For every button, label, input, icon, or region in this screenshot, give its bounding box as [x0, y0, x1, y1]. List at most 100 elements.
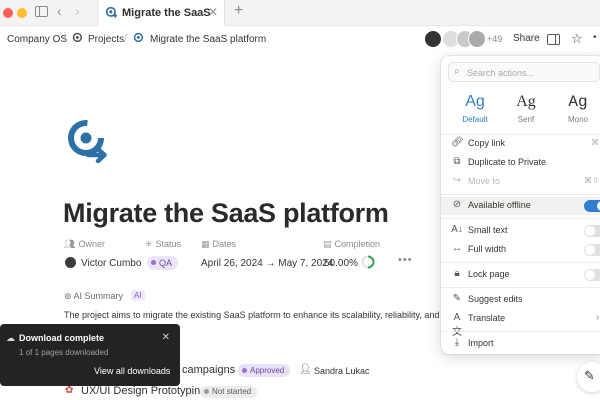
- project-icon: [105, 6, 118, 18]
- small-text-toggle[interactable]: [584, 225, 600, 237]
- dates-label: ▦ Dates: [201, 239, 237, 249]
- full-width-toggle[interactable]: [584, 244, 600, 256]
- menu-item-copy-link[interactable]: 🔗︎ Copy link ⌘: [441, 135, 600, 153]
- collaborator-count[interactable]: +49: [487, 34, 502, 44]
- tab-title: Migrate the SaaS platform: [122, 7, 212, 19]
- import-icon: ⤓: [454, 337, 460, 348]
- breadcrumb-item-company-os[interactable]: Company OS: [7, 34, 67, 45]
- menu-item-full-width[interactable]: ↔ Full width: [441, 241, 600, 259]
- font-option-serif[interactable]: Ag Serif: [504, 92, 548, 126]
- move-arrow-icon: ↪: [452, 175, 462, 186]
- ai-summary-label: ⊚ AI Summary: [64, 291, 124, 301]
- menu-divider: [441, 262, 600, 263]
- font-sample: Ag: [465, 93, 485, 110]
- menu-item-available-offline[interactable]: ⊘ Available offline: [441, 197, 600, 215]
- full-width-icon: ↔: [452, 243, 462, 254]
- owner-label: 👥︎ Owner: [64, 239, 105, 249]
- dates-value[interactable]: April 26, 2024 → May 7, 2024: [201, 258, 333, 269]
- help-icon: ✎: [584, 368, 595, 383]
- list-item-name[interactable]: campaigns: [182, 364, 235, 376]
- design-icon: ✿: [65, 385, 74, 396]
- check-circle-icon: ⊘: [452, 199, 462, 210]
- ai-badge: AI: [131, 290, 145, 301]
- font-sample: Ag: [516, 93, 536, 110]
- list-item-name[interactable]: UX/UI Design Prototyping: [81, 385, 206, 397]
- view-all-downloads-button[interactable]: View all downloads: [94, 366, 170, 376]
- toast-close-icon[interactable]: ✕: [162, 332, 170, 343]
- menu-item-lock-page[interactable]: 🔒︎ Lock page: [441, 266, 600, 284]
- menu-divider: [441, 331, 600, 332]
- ai-summary-text[interactable]: The project aims to migrate the existing…: [64, 310, 442, 320]
- menu-divider: [441, 287, 600, 288]
- menu-item-label: Suggest edits: [468, 294, 523, 304]
- font-option-default[interactable]: Ag Default: [453, 92, 497, 126]
- menu-item-label: Duplicate to Private: [468, 157, 547, 167]
- help-button[interactable]: ✎: [577, 362, 600, 392]
- available-offline-toggle[interactable]: [584, 200, 600, 212]
- new-tab-button[interactable]: +: [234, 2, 243, 20]
- assignee-name[interactable]: Sandra Lukac: [314, 366, 370, 376]
- download-toast: ☁ Download complete 1 of 1 pages downloa…: [0, 324, 180, 386]
- ai-icon: ⊚: [64, 291, 74, 301]
- close-window-button[interactable]: [3, 8, 13, 18]
- share-button[interactable]: Share: [513, 33, 540, 44]
- more-options-icon[interactable]: •: [593, 32, 597, 43]
- status-badge[interactable]: QA: [147, 256, 179, 270]
- window-titlebar: ‹ › Migrate the SaaS platform ✕ +: [0, 0, 600, 26]
- minimize-window-button[interactable]: [17, 8, 27, 18]
- avatar[interactable]: [468, 30, 486, 48]
- breadcrumb-item-current[interactable]: Migrate the SaaS platform: [150, 34, 266, 45]
- back-arrow-icon[interactable]: ‹: [57, 3, 62, 19]
- page-title[interactable]: Migrate the SaaS platform: [63, 198, 389, 229]
- font-name: Mono: [567, 115, 588, 124]
- tab-close-icon[interactable]: ✕: [208, 5, 218, 19]
- side-panel-icon[interactable]: [547, 34, 560, 45]
- people-icon: 👥︎: [64, 239, 76, 249]
- search-icon: ⌕: [454, 66, 460, 77]
- projects-icon: [72, 32, 83, 43]
- tab-migrate-saas[interactable]: Migrate the SaaS platform ✕: [97, 0, 225, 26]
- favorite-star-icon[interactable]: ☆: [571, 31, 583, 47]
- menu-item-label: Copy link: [468, 138, 506, 148]
- menu-item-import[interactable]: ⤓ Import: [441, 335, 600, 353]
- avatar[interactable]: [424, 30, 442, 48]
- menu-item-small-text[interactable]: A↓ Small text: [441, 222, 600, 240]
- menu-divider: [441, 194, 600, 195]
- menu-item-label: Full width: [468, 244, 507, 254]
- breadcrumb-item-projects[interactable]: Projects: [88, 34, 124, 45]
- font-option-mono[interactable]: Ag Mono: [556, 92, 600, 126]
- owner-avatar: [65, 257, 76, 268]
- menu-item-label: Translate: [468, 313, 506, 323]
- toast-title: Download complete: [19, 333, 105, 343]
- menu-item-label: Move to: [468, 176, 501, 186]
- menu-item-move-to[interactable]: ↪ Move to ⌘⇧: [441, 173, 600, 191]
- cloud-download-icon: ☁: [6, 333, 15, 343]
- font-name: Default: [462, 115, 488, 124]
- lock-page-toggle[interactable]: [584, 269, 600, 281]
- status-badge[interactable]: Approved: [238, 364, 291, 377]
- search-input[interactable]: [467, 66, 595, 79]
- toast-subtitle: 1 of 1 pages downloaded: [19, 348, 109, 357]
- status-badge[interactable]: Not started: [200, 386, 258, 398]
- owner-value[interactable]: Victor Cumbo: [81, 258, 141, 269]
- menu-item-suggest-edits[interactable]: ✎ Suggest edits: [441, 291, 600, 309]
- font-name: Serif: [517, 115, 535, 124]
- menu-item-label: Lock page: [468, 269, 510, 279]
- person-icon: 👤︎: [299, 364, 312, 375]
- menu-item-translate[interactable]: A文 Translate ›: [441, 310, 600, 338]
- page-icon[interactable]: [66, 118, 112, 164]
- project-icon: [133, 32, 144, 43]
- more-properties-icon[interactable]: •••: [398, 254, 413, 266]
- shortcut-hint: ⌘: [591, 138, 599, 147]
- suggest-edit-icon: ✎: [452, 293, 462, 304]
- menu-item-duplicate[interactable]: ⧉ Duplicate to Private: [441, 154, 600, 172]
- menu-item-label: Import: [468, 338, 494, 348]
- completion-value[interactable]: 50.00%: [324, 258, 358, 269]
- completion-label: ▤ Completion: [323, 239, 381, 249]
- breadcrumb-separator: /: [124, 33, 128, 45]
- sidebar-toggle-icon[interactable]: [35, 6, 48, 17]
- breadcrumb: Company OS / Projects / Migrate the SaaS…: [0, 26, 600, 54]
- completion-ring-icon: [361, 255, 375, 269]
- forward-arrow-icon[interactable]: ›: [75, 3, 80, 19]
- status-label: ✳︎ Status: [145, 239, 182, 249]
